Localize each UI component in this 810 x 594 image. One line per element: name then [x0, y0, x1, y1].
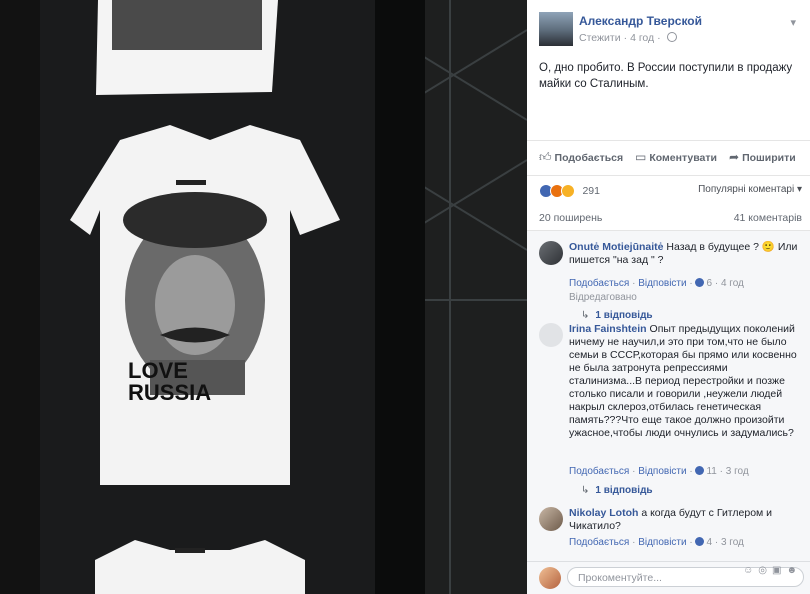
wow-reaction-icon[interactable] — [561, 183, 575, 198]
comment-sort-dropdown[interactable]: Популярні коментарі ▾ — [698, 184, 802, 195]
globe-icon — [666, 32, 677, 42]
commenter-avatar[interactable] — [539, 507, 563, 531]
follow-label[interactable]: Стежити — [579, 32, 621, 44]
shirt-text-russia: RUSSIA — [128, 380, 211, 405]
like-button[interactable]: 👍︎ Подобається — [539, 150, 623, 165]
post-actions-bar: 👍︎ Подобається ▭ Коментувати ➦ Поширити — [527, 140, 810, 176]
post-header: Александр Тверской Стежити · 4 год · ▾ — [539, 12, 802, 48]
comment-reply-link[interactable]: Відповісти — [638, 466, 686, 477]
post-time[interactable]: 4 год — [630, 32, 654, 44]
current-user-avatar — [539, 567, 561, 589]
commenter-avatar[interactable] — [539, 323, 563, 347]
commenter-name[interactable]: Nikolay Lotoh — [569, 507, 638, 519]
like-badge-icon — [695, 466, 705, 475]
glass-frame-bar — [375, 0, 425, 594]
gif-icon[interactable]: ▣ — [772, 565, 786, 576]
emoji-icon[interactable]: ☺ — [743, 565, 758, 576]
comment-button[interactable]: ▭ Коментувати — [635, 150, 717, 164]
camera-icon[interactable]: ◎ — [758, 565, 772, 576]
comment-meta: Подобається · Відповісти · 4 · 3 год — [569, 537, 744, 548]
author-avatar[interactable] — [539, 12, 573, 46]
view-replies-link[interactable]: ↳ 1 відповідь — [581, 310, 653, 321]
comment-reply-link[interactable]: Відповісти — [638, 537, 686, 548]
comment-meta: Подобається · Відповісти · 11 · 3 год — [569, 466, 749, 477]
reply-arrow-icon: ↳ — [581, 485, 590, 496]
post-meta: Стежити · 4 год · — [579, 32, 677, 44]
post-text: О, дно пробито. В России поступили в про… — [539, 62, 793, 90]
chevron-down-icon[interactable]: ▾ — [790, 16, 796, 29]
share-icon: ➦ — [729, 150, 740, 164]
composer-tools: ☺◎▣☻ — [743, 565, 802, 576]
comment-like-link[interactable]: Подобається — [569, 537, 629, 548]
tshirt-photo-image: LOVE RUSSIA — [0, 0, 527, 594]
comment-meta: Подобається · Відповісти · 6 · 4 год — [569, 278, 744, 289]
share-button[interactable]: ➦ Поширити — [729, 150, 796, 164]
stats-row: 20 поширень 41 коментарів — [539, 212, 802, 228]
sticker-icon[interactable]: ☻ — [786, 565, 802, 576]
commenter-name[interactable]: Onutė Motiejūnaitė — [569, 241, 664, 253]
edited-label: Відредаговано — [569, 292, 637, 303]
shares-count[interactable]: 20 поширень — [539, 212, 602, 224]
comment-icon: ▭ — [635, 150, 647, 164]
comments-list: Onutė Motiejūnaitė Назад в будущее ? 🙂 И… — [527, 230, 810, 562]
reply-arrow-icon: ↳ — [581, 310, 590, 321]
author-name[interactable]: Александр Тверской — [579, 14, 702, 28]
reactions-row: 291 Популярні коментарі ▾ — [539, 182, 802, 200]
comment-like-link[interactable]: Подобається — [569, 278, 629, 289]
comment-text: Опыт предыдущих поколений ничему не науч… — [569, 323, 797, 439]
commenter-name[interactable]: Irina Fainshtein — [569, 323, 647, 335]
comments-count[interactable]: 41 коментарів — [734, 212, 802, 224]
post-photo[interactable]: LOVE RUSSIA — [0, 0, 527, 594]
like-badge-icon — [695, 278, 705, 287]
view-replies-link[interactable]: ↳ 1 відповідь — [581, 485, 653, 496]
comment-reply-link[interactable]: Відповісти — [638, 278, 686, 289]
post-side-panel: Александр Тверской Стежити · 4 год · ▾ О, д… — [527, 0, 810, 594]
reaction-count[interactable]: 291 — [582, 185, 600, 197]
like-badge-icon — [695, 537, 705, 546]
comment-like-link[interactable]: Подобається — [569, 466, 629, 477]
commenter-avatar[interactable] — [539, 241, 563, 265]
thumbs-up-icon: 👍︎ — [539, 150, 552, 164]
comment-composer: Прокоментуйте... ☺◎▣☻ — [527, 561, 810, 594]
